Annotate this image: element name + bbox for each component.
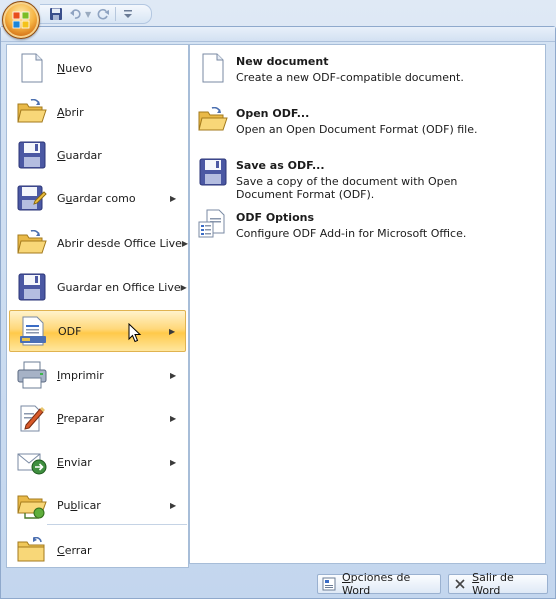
submenu-arrow-icon: ▶ [170,413,177,423]
close-x-icon [453,577,466,591]
close-folder-icon [15,533,49,567]
printer-icon [15,358,49,392]
office-button[interactable] [2,1,40,39]
open-office-live-icon [15,226,49,260]
submenu-item-description: Configure ODF Add-in for Microsoft Offic… [236,227,467,240]
menu-item-abrir[interactable]: Abrir [9,91,186,133]
menu-item-label: Nuevo [57,61,93,75]
menu-item-label: Guardar [57,148,102,162]
submenu-item-title: New document [236,55,329,68]
publish-icon [15,488,49,522]
undo-dropdown-icon[interactable]: ▼ [85,10,91,19]
send-icon [15,445,49,479]
exit-word-label: Salir de Word [472,571,514,597]
menu-item-preparar[interactable]: Preparar ▶ [9,397,186,439]
mouse-pointer-icon [128,322,142,346]
office-logo-icon [12,11,30,29]
submenu-item-title: Save as ODF... [236,159,325,172]
new-document-icon [196,51,230,85]
menu-item-label: ODF [58,324,82,338]
submenu-item-new-document[interactable]: New document Create a new ODF-compatible … [196,51,536,85]
redo-icon[interactable] [95,6,111,22]
menu-item-label: Imprimir [57,368,104,382]
word-options-button[interactable]: Opciones de Word [317,571,441,597]
word-options-icon [322,577,336,591]
submenu-item-title: Open ODF... [236,107,310,120]
menu-item-label: Enviar [57,455,92,469]
menu-item-label: Abrir [57,105,84,119]
submenu-arrow-icon: ▶ [170,370,177,380]
customize-toolbar-icon[interactable] [120,6,136,22]
submenu-arrow-icon: ▶ [169,326,176,336]
menu-item-publicar[interactable]: Publicar ▶ [9,484,186,526]
submenu-item-title: ODF Options [236,211,315,224]
word-options-label: Opciones de Word [342,571,411,597]
submenu-arrow-icon: ▶ [180,282,187,292]
submenu-item-description: Create a new ODF-compatible document. [236,71,464,84]
save-disk-icon [196,155,230,189]
menu-item-label: Abrir desde Office Live [57,236,182,250]
menu-item-label: Guardar como [57,191,136,205]
save-as-icon [15,181,49,215]
odf-document-icon [16,314,50,348]
menu-item-nuevo[interactable]: Nuevo [9,47,186,89]
menu-item-label: Cerrar [57,543,92,557]
submenu-arrow-icon: ▶ [170,500,177,510]
submenu-item-odf-options[interactable]: ODF Options Configure ODF Add-in for Micr… [196,207,536,241]
menu-footer: Opciones de Word Salir de Word [1,568,555,598]
office-menu: Nuevo Abrir Guardar Guardar como ▶ Abrir desd… [0,26,556,599]
left-menu-panel: Nuevo Abrir Guardar Guardar como ▶ Abrir desd… [6,44,189,568]
menu-item-label: Preparar [57,411,105,425]
menu-item-label: Guardar en Office Live [57,280,181,294]
submenu-item-description: Save a copy of the document with Open Do… [236,175,458,201]
submenu-arrow-icon: ▶ [170,457,177,467]
submenu-arrow-icon: ▶ [170,193,177,203]
menu-item-guardar[interactable]: Guardar [9,134,186,176]
menu-item-abrir-office-live[interactable]: Abrir desde Office Live ▶ [9,222,189,264]
menu-item-guardar-como[interactable]: Guardar como ▶ [9,177,186,219]
undo-icon[interactable] [68,6,84,22]
odf-options-icon [196,207,230,241]
save-icon[interactable] [48,6,64,22]
menu-item-label: Publicar [57,498,101,512]
menu-top-strip [1,27,555,42]
submenu-item-open-odf[interactable]: Open ODF... Open an Open Document Format … [196,103,536,137]
submenu-item-description: Open an Open Document Format (ODF) file. [236,123,478,136]
menu-item-enviar[interactable]: Enviar ▶ [9,441,186,483]
new-document-icon [15,51,49,85]
submenu-item-save-as-odf[interactable]: Save as ODF... Save a copy of the documen… [196,155,536,201]
menu-separator [47,524,187,525]
open-folder-icon [196,103,230,137]
menu-item-imprimir[interactable]: Imprimir ▶ [9,354,186,396]
save-office-live-icon [15,270,49,304]
menu-item-cerrar[interactable]: Cerrar [9,529,186,571]
odf-submenu-panel: New document Create a new ODF-compatible … [189,44,546,564]
toolbar-separator [115,7,117,21]
save-disk-icon [15,138,49,172]
menu-item-odf[interactable]: ODF ▶ [9,310,186,352]
exit-word-button[interactable]: Salir de Word [448,571,548,597]
open-folder-icon [15,95,49,129]
prepare-pen-icon [15,401,49,435]
menu-item-guardar-office-live[interactable]: Guardar en Office Live ▶ [9,266,187,308]
submenu-arrow-icon: ▶ [181,238,189,248]
quick-access-toolbar: ▼ [40,4,152,24]
